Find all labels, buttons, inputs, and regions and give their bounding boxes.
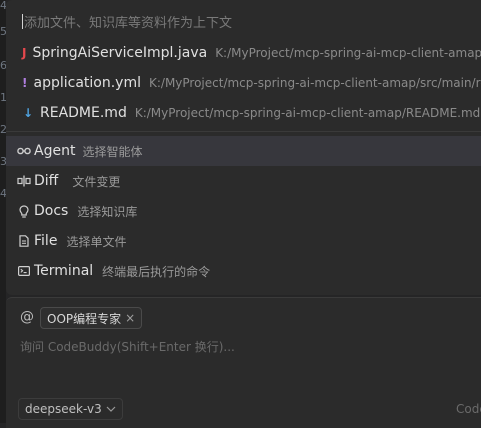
agent-chip[interactable]: OOP编程专家 × [40, 307, 143, 329]
command-item-file[interactable]: File 选择单文件 [6, 226, 481, 256]
chat-input-panel: @ OOP编程专家 × 询问 CodeBuddy(Shift+Enter 换行)… [6, 297, 481, 428]
brand-label: Code [456, 402, 481, 416]
agent-icon [17, 146, 31, 156]
file-name: SpringAiServiceImpl.java [32, 45, 208, 61]
agent-chip-label: OOP编程专家 [47, 311, 122, 326]
command-description: 终端最后执行的命令 [102, 264, 211, 279]
command-item-docs[interactable]: Docs 选择知识库 [6, 196, 481, 226]
model-selector[interactable]: deepseek-v3 [18, 398, 123, 420]
command-label: Agent [34, 143, 76, 159]
command-description: 选择智能体 [82, 144, 143, 159]
command-label: Diff [34, 173, 59, 189]
file-path: K:/MyProject/mcp-spring-ai-mcp-client-am… [215, 46, 481, 60]
file-name: application.yml [33, 75, 141, 91]
java-file-icon: J [22, 46, 27, 60]
file-name: README.md [40, 105, 127, 121]
markdown-file-icon: ↓ [22, 106, 34, 120]
docs-icon [17, 204, 31, 218]
command-description: 选择知识库 [77, 204, 138, 219]
command-description: 文件变更 [72, 174, 121, 189]
file-icon [17, 235, 31, 247]
text-caret [22, 13, 23, 29]
file-path: K:/MyProject/mcp-spring-ai-mcp-client-am… [134, 106, 481, 120]
chevron-down-icon [106, 406, 116, 412]
chat-message-input[interactable]: 询问 CodeBuddy(Shift+Enter 换行)... [20, 338, 235, 355]
command-description: 选择单文件 [66, 234, 127, 249]
command-label: Terminal [34, 263, 94, 279]
command-item-terminal[interactable]: Terminal 终端最后执行的命令 [6, 256, 481, 286]
command-item-diff[interactable]: Diff 文件变更 [6, 166, 481, 196]
command-label: File [34, 233, 58, 249]
model-name: deepseek-v3 [25, 402, 102, 416]
divider [6, 131, 481, 132]
close-icon[interactable]: × [125, 311, 135, 325]
context-search-placeholder: 添加文件、知识库等资料作为上下文 [24, 15, 233, 31]
terminal-icon [17, 266, 31, 276]
command-label: Docs [34, 203, 69, 219]
command-item-agent[interactable]: Agent 选择智能体 [6, 136, 481, 166]
diff-icon [17, 175, 31, 187]
mention-button[interactable]: @ [20, 309, 34, 325]
yaml-file-icon: ! [22, 76, 28, 90]
context-picker-popup: 添加文件、知识库等资料作为上下文 J SpringAiServiceImpl.j… [6, 0, 481, 295]
context-search-input[interactable]: 添加文件、知识库等资料作为上下文 [22, 10, 462, 32]
recent-file-item[interactable]: ! application.yml K:/MyProject/mcp-sprin… [6, 68, 481, 98]
recent-file-item[interactable]: ↓ README.md K:/MyProject/mcp-spring-ai-m… [6, 98, 481, 128]
file-path: K:/MyProject/mcp-spring-ai-mcp-client-am… [148, 76, 481, 90]
recent-file-item[interactable]: J SpringAiServiceImpl.java K:/MyProject/… [6, 38, 481, 68]
